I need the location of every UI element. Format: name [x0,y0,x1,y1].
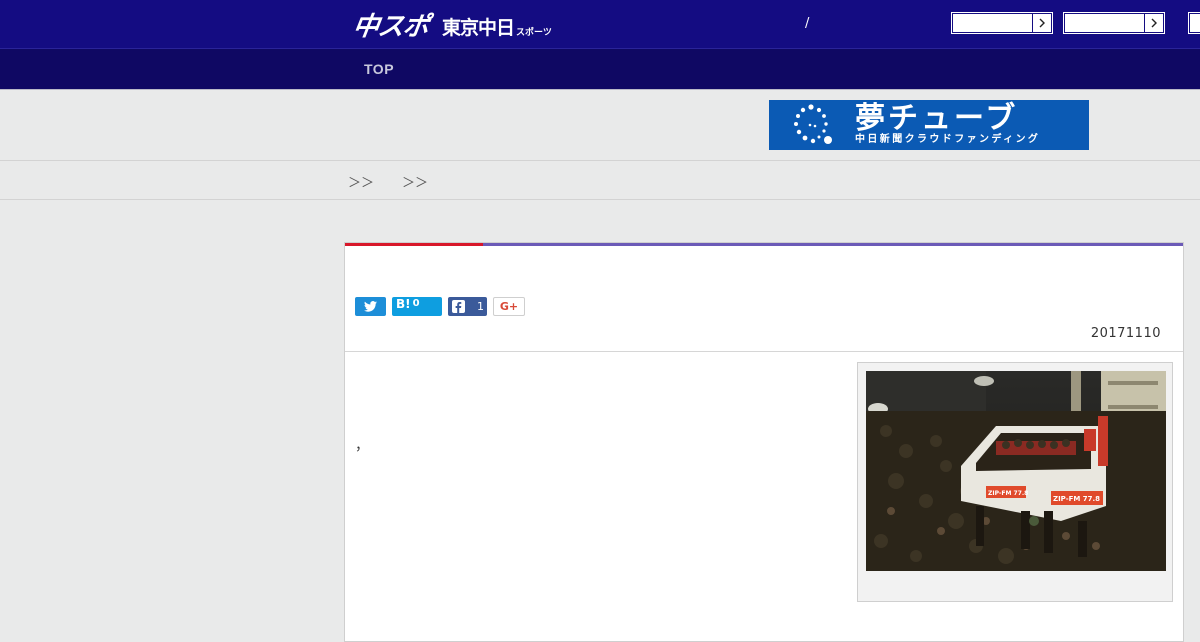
header-button-2[interactable] [1064,13,1164,33]
header-button-3[interactable] [1189,13,1200,33]
article-accent-purple [483,243,1183,246]
article-body-text: ， [355,438,369,454]
hatena-count: 0 [412,298,420,309]
facebook-icon [452,300,465,313]
nav-item-top[interactable]: TOP [364,61,394,77]
breadcrumb: ＞＞ ＞＞ [0,160,1200,200]
twitter-share-button[interactable] [355,297,386,316]
site-header: 中スポ 東京中日 スポーツ / [0,0,1200,49]
crowd-event-photo: ZIP-FM 77.8 ZIP-FM 77.8 [866,371,1166,571]
chevron-right-icon [1144,14,1163,32]
breadcrumb-separator: ＞＞ [348,176,375,191]
dots-ring-icon [794,104,832,144]
article-accent-red [345,243,483,246]
header-button-1[interactable] [952,13,1052,33]
global-nav: TOP [0,49,1200,90]
banner-subtitle: 中日新聞クラウドファンディング [855,134,1041,145]
banner-title: 夢チューブ [855,101,1019,136]
hatena-bookmark-button[interactable]: B! 0 [392,297,442,316]
twitter-bird-icon [364,301,377,312]
article-figure: ZIP-FM 77.8 ZIP-FM 77.8 [857,362,1173,602]
article-card: B! 0 1 G+ 20171110 ， ZIP-FM 77.8 ZIP-FM … [344,242,1184,642]
article-photo[interactable]: ZIP-FM 77.8 ZIP-FM 77.8 [866,371,1166,571]
google-plus-label: G+ [499,300,519,313]
breadcrumb-separator: ＞＞ [402,176,429,191]
hatena-label: B! [396,297,411,311]
photo-banner-text: ZIP-FM 77.8 [1053,495,1100,503]
facebook-count: 1 [477,300,484,313]
chevron-right-icon [1032,14,1051,32]
logo-sub-text: 東京中日 [442,17,515,39]
logo-main-text: 中スポ [350,12,431,42]
facebook-share-button[interactable]: 1 [448,297,487,316]
article-divider [345,351,1183,352]
photo-banner-text: ZIP-FM 77.8 [988,490,1028,497]
header-separator: / [805,16,810,31]
yume-tube-banner[interactable]: 夢チューブ 中日新聞クラウドファンディング [769,100,1089,150]
site-logo[interactable]: 中スポ 東京中日 スポーツ [350,7,552,42]
logo-tiny-text: スポーツ [516,28,552,38]
google-plus-button[interactable]: G+ [493,297,525,316]
article-date: 20171110 [1090,326,1161,341]
